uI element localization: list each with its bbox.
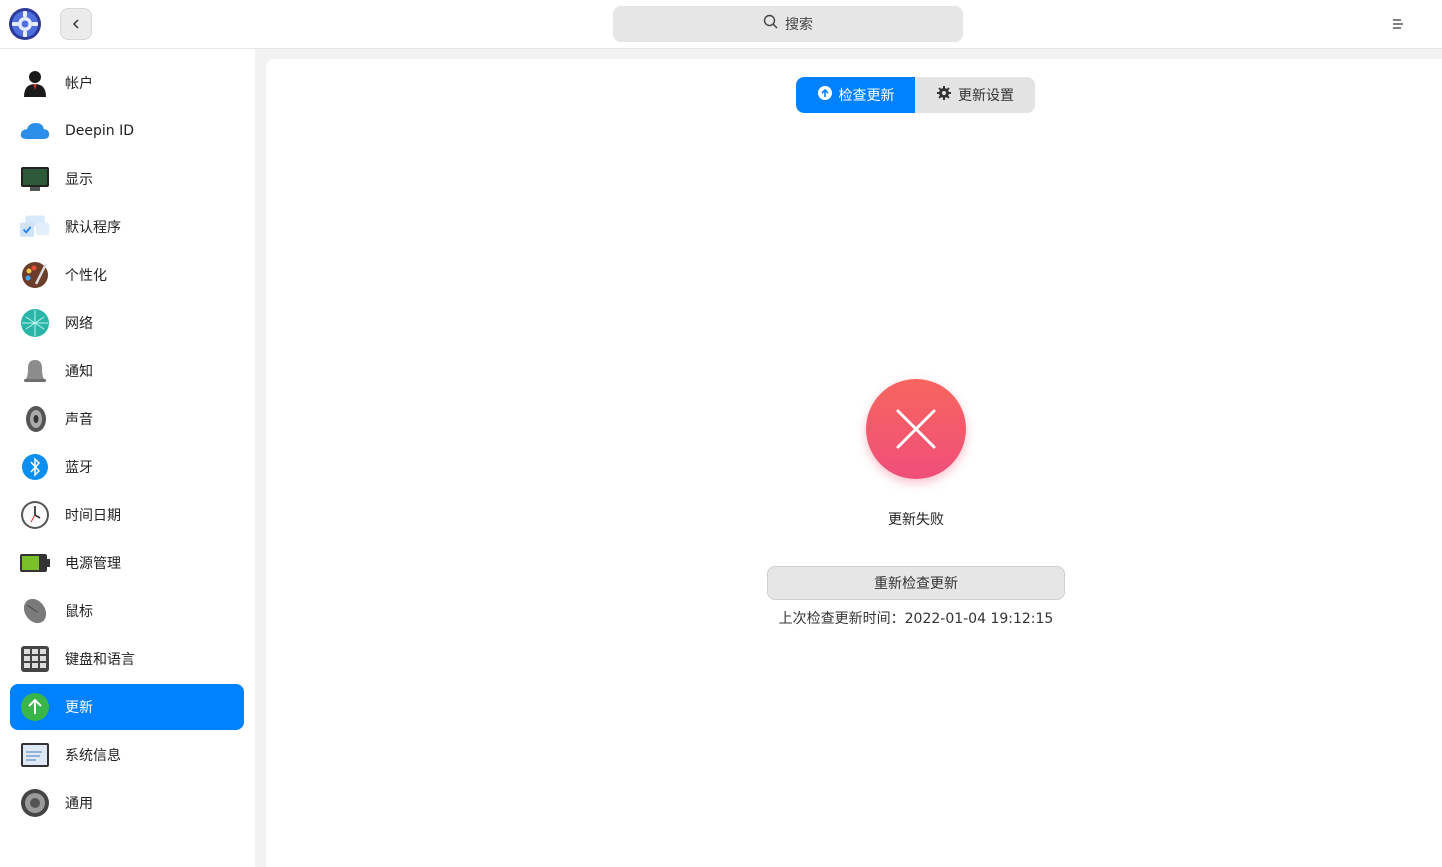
tab-update-settings[interactable]: 更新设置 [915, 77, 1035, 113]
network-icon [20, 308, 50, 338]
back-button[interactable] [60, 8, 92, 40]
sidebar-item-system-info[interactable]: 系统信息 [10, 732, 244, 778]
sidebar-item-sound[interactable]: 声音 [10, 396, 244, 442]
update-failed-icon [866, 379, 966, 479]
general-settings-icon [20, 788, 50, 818]
mouse-icon [20, 596, 50, 626]
keyboard-icon [20, 644, 50, 674]
update-status-text: 更新失败 [888, 512, 944, 528]
chevron-left-icon [70, 15, 82, 34]
search-input[interactable]: 搜索 [613, 6, 963, 42]
sidebar-item-display[interactable]: 显示 [10, 156, 244, 202]
bluetooth-icon [20, 452, 50, 482]
upload-circle-icon [817, 85, 833, 105]
main-panel: 检查更新 更新设置 更新失败 重新检查更新 上次检查更新时间：2022-01-0… [266, 59, 1442, 867]
search-icon [763, 14, 779, 34]
tab-check-update[interactable]: 检查更新 [796, 77, 915, 113]
sidebar-item-general[interactable]: 通用 [10, 780, 244, 826]
settings-gear-logo-icon [8, 7, 42, 41]
sidebar-item-bluetooth[interactable]: 蓝牙 [10, 444, 244, 490]
search-placeholder: 搜索 [785, 17, 813, 33]
palette-icon [20, 260, 50, 290]
update-arrow-icon [20, 692, 50, 722]
last-check-time: 上次检查更新时间：2022-01-04 19:12:15 [778, 611, 1054, 627]
update-tabs: 检查更新 更新设置 [796, 77, 1035, 113]
clock-icon [20, 500, 50, 530]
title-bar: 搜索 [0, 0, 1442, 49]
sidebar-item-network[interactable]: 网络 [10, 300, 244, 346]
speaker-icon [20, 404, 50, 434]
bell-icon [20, 356, 50, 386]
sidebar-item-personalization[interactable]: 个性化 [10, 252, 244, 298]
sidebar-item-keyboard[interactable]: 键盘和语言 [10, 636, 244, 682]
system-info-icon [20, 740, 50, 770]
sidebar-item-datetime[interactable]: 时间日期 [10, 492, 244, 538]
sidebar-item-power[interactable]: 电源管理 [10, 540, 244, 586]
sidebar-item-default-apps[interactable]: 默认程序 [10, 204, 244, 250]
recheck-update-button[interactable]: 重新检查更新 [767, 566, 1065, 600]
default-apps-icon [20, 212, 50, 242]
cloud-icon [20, 116, 50, 146]
battery-icon [20, 548, 50, 578]
sidebar-item-mouse[interactable]: 鼠标 [10, 588, 244, 634]
sidebar-item-notification[interactable]: 通知 [10, 348, 244, 394]
sidebar-item-deepin-id[interactable]: Deepin ID [10, 108, 244, 154]
sidebar-item-account[interactable]: 帐户 [10, 60, 244, 106]
sidebar: 帐户 Deepin ID 显示 默认程序 个性化 网络 通知 声音 蓝牙 时间日… [0, 49, 255, 867]
monitor-icon [20, 164, 50, 194]
menu-button[interactable] [1388, 14, 1408, 34]
sidebar-item-update[interactable]: 更新 [10, 684, 244, 730]
menu-icon [1392, 15, 1404, 34]
account-icon [20, 68, 50, 98]
gear-icon [936, 85, 952, 105]
